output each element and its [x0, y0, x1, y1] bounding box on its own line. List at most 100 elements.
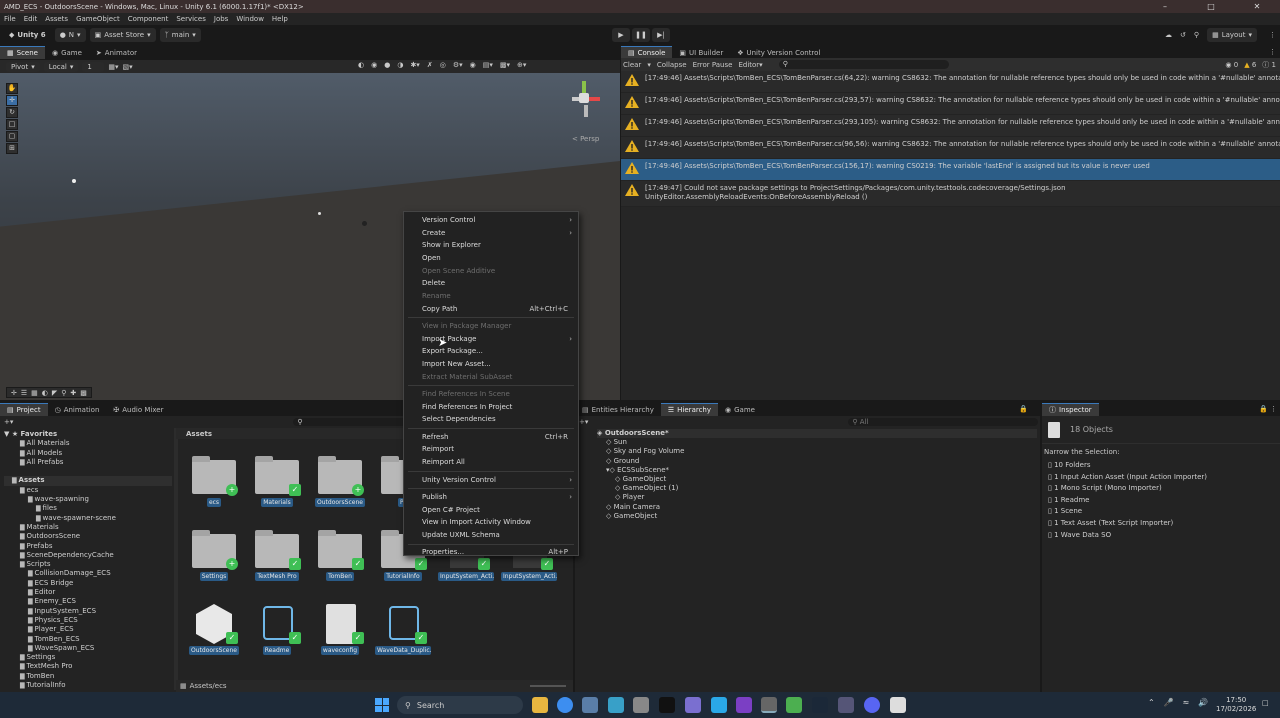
unity-logo-button[interactable]: ◆ Unity 6 [4, 28, 51, 42]
context-menu-item[interactable]: Publish › [404, 491, 578, 503]
lit-icon[interactable]: ● [384, 61, 390, 69]
context-menu-item[interactable]: Import Package › [404, 333, 578, 345]
project-tree-item[interactable]: ▇ Enemy_ECS [4, 597, 172, 606]
project-tree-item[interactable]: ▇ Player_ECS [4, 625, 172, 634]
console-message[interactable]: [17:49:47] Could not save package settin… [621, 181, 1280, 207]
project-tree-item[interactable]: ▇ Settings [4, 653, 172, 662]
hierarchy-search-input[interactable]: ⚲ All [848, 417, 1039, 426]
editor-dropdown[interactable]: Editor▾ [738, 61, 762, 69]
menu-services[interactable]: Services [172, 15, 210, 23]
hierarchy-item[interactable]: ▾◇ ECSSubScene* [597, 466, 1037, 475]
menu-gameobject[interactable]: GameObject [72, 15, 124, 23]
inspector-list-item[interactable]: ▯ 1 Input Action Asset (Input Action Imp… [1048, 472, 1280, 484]
clear-dropdown-icon[interactable]: ▾ [647, 61, 651, 69]
app-icon-5[interactable] [711, 697, 727, 713]
step-button[interactable]: ▶| [652, 28, 670, 42]
inspector-lock-icon[interactable]: 🔒 [1259, 405, 1268, 413]
project-tree-item[interactable]: ▇ files [4, 504, 172, 513]
console-message[interactable]: [17:49:46] Assets\Scripts\TomBen_ECS\Tom… [621, 93, 1280, 115]
tab-animation[interactable]: ◷ Animation [48, 403, 107, 416]
inspector-menu-icon[interactable]: ⋮ [1270, 405, 1277, 413]
transform-tool-icon[interactable]: ⊞ [6, 143, 18, 154]
project-tree-item[interactable]: ▇ Materials [4, 523, 172, 532]
steam-icon[interactable] [812, 697, 828, 713]
asset-item[interactable]: + Settings [186, 530, 242, 583]
gizmo-icon[interactable]: ⚙▾ [453, 61, 463, 69]
inspector-list-item[interactable]: ▯ 1 Mono Script (Mono Importer) [1048, 483, 1280, 495]
hand-tool-icon[interactable]: ✋ [6, 83, 18, 94]
project-tree-item[interactable]: ▇ ecs [4, 486, 172, 495]
asset-item[interactable]: ✓ OutdoorsScene [186, 604, 242, 657]
fx-icon[interactable]: ✱▾ [410, 61, 419, 69]
favorites-header[interactable]: ▼ ★ Favorites [4, 430, 172, 439]
shading-icon[interactable]: ◉ [371, 61, 377, 69]
console-message[interactable]: [17:49:46] Assets\Scripts\TomBen_ECS\Tom… [621, 115, 1280, 137]
project-tree-item[interactable]: ▇ TomBen_ECS [4, 635, 172, 644]
console-message[interactable]: [17:49:46] Assets\Scripts\TomBen_ECS\Tom… [621, 137, 1280, 159]
history-icon[interactable]: ↺ [1180, 31, 1186, 39]
windows-start-icon[interactable] [375, 698, 389, 712]
project-tree-item[interactable]: ▇ InputSystem_ECS [4, 607, 172, 616]
notification-icon[interactable]: □ [1262, 699, 1269, 707]
project-tree-item[interactable]: ▇ All Materials [4, 439, 172, 448]
app-icon-3[interactable] [659, 697, 675, 713]
grid-icon[interactable]: ▦▾ [108, 63, 118, 71]
menu-component[interactable]: Component [124, 15, 173, 23]
context-menu-item[interactable]: Import New Asset... [404, 358, 578, 370]
context-menu-item[interactable]: Find References In Project [404, 401, 578, 413]
context-menu-item[interactable]: Open [404, 252, 578, 264]
search-icon[interactable]: ⚲ [1194, 31, 1199, 39]
hierarchy-item[interactable]: ◇ GameObject [597, 512, 1037, 521]
cloud-icon[interactable]: ☁ [1165, 31, 1172, 39]
console-message[interactable]: [17:49:46] Assets\Scripts\TomBen_ECS\Tom… [621, 71, 1280, 93]
menu-edit[interactable]: Edit [20, 15, 42, 23]
scale-tool-icon[interactable]: □ [6, 119, 18, 130]
grid-size-input[interactable]: 1 [82, 61, 105, 72]
pause-button[interactable]: ❚❚ [632, 28, 650, 42]
audio-mute-icon[interactable]: ✗ [427, 61, 433, 69]
clear-button[interactable]: Clear [623, 61, 641, 69]
asset-item[interactable]: ✓ TextMesh Pro [249, 530, 305, 583]
camera-icon[interactable]: ◉ [470, 61, 476, 69]
overlay-light-icon[interactable]: ◐ [42, 389, 48, 397]
overlay-search-icon[interactable]: ⚲ [61, 389, 66, 397]
project-tree-item[interactable]: ▇ Scripts [4, 560, 172, 569]
app-icon-1[interactable] [582, 697, 598, 713]
discord-icon[interactable] [864, 697, 880, 713]
inspector-list-item[interactable]: ▯ 1 Wave Data SO [1048, 530, 1280, 542]
branch-button[interactable]: ᛉ main ▾ [159, 28, 201, 42]
project-tree-item[interactable] [4, 467, 172, 476]
breadcrumb-assets[interactable]: Assets [186, 430, 212, 438]
overlay-pan-icon[interactable]: ✚ [70, 389, 76, 397]
rotate-tool-icon[interactable]: ↻ [6, 107, 18, 118]
lighting-icon[interactable]: ◑ [397, 61, 403, 69]
project-tree-item[interactable]: ▇ Physics_ECS [4, 616, 172, 625]
app-icon-8[interactable] [890, 697, 906, 713]
inspector-list-item[interactable]: ▯ 10 Folders [1048, 460, 1280, 472]
context-menu-item[interactable]: Show in Explorer [404, 239, 578, 251]
hierarchy-item[interactable]: ◇ Player [597, 493, 1037, 502]
console-search-input[interactable]: ⚲ [778, 60, 949, 69]
project-tree-item[interactable]: ▇ OutdoorsScene [4, 532, 172, 541]
warning-count[interactable]: ▲ 6 [1244, 61, 1256, 69]
project-tree-item[interactable]: ▇ TomBen [4, 672, 172, 681]
context-menu-item[interactable]: Refresh Ctrl+R [404, 431, 578, 443]
tab-inspector[interactable]: ⓘ Inspector [1042, 403, 1099, 416]
tray-chevron-icon[interactable]: ⌃ [1148, 698, 1155, 707]
project-tree-item[interactable]: ▇ ECS Bridge [4, 579, 172, 588]
inspector-list-item[interactable]: ▯ 1 Readme [1048, 495, 1280, 507]
inspector-list-item[interactable]: ▯ 1 Scene [1048, 506, 1280, 518]
add-asset-icon[interactable]: +▾ [4, 418, 13, 426]
project-tree-item[interactable]: ▇ Prefabs [4, 542, 172, 551]
project-tree-item[interactable]: ▇ wave-spawning [4, 495, 172, 504]
hierarchy-item[interactable]: ◇ GameObject (1) [597, 484, 1037, 493]
app-icon-6[interactable] [786, 697, 802, 713]
tab-audio-mixer[interactable]: ✠ Audio Mixer [106, 403, 170, 416]
local-dropdown[interactable]: Local ▾ [43, 61, 79, 72]
tab-hierarchy[interactable]: ☰ Hierarchy [660, 403, 719, 416]
tab-entities-hierarchy[interactable]: ▤ Entities Hierarchy [575, 403, 661, 416]
lock-icon[interactable]: 🔒 [1019, 405, 1028, 413]
hierarchy-item[interactable]: ◇ Sun [597, 438, 1037, 447]
asset-item[interactable]: ✓ WaveData_Duplic... [375, 604, 431, 657]
context-menu-item[interactable]: Create › [404, 227, 578, 239]
